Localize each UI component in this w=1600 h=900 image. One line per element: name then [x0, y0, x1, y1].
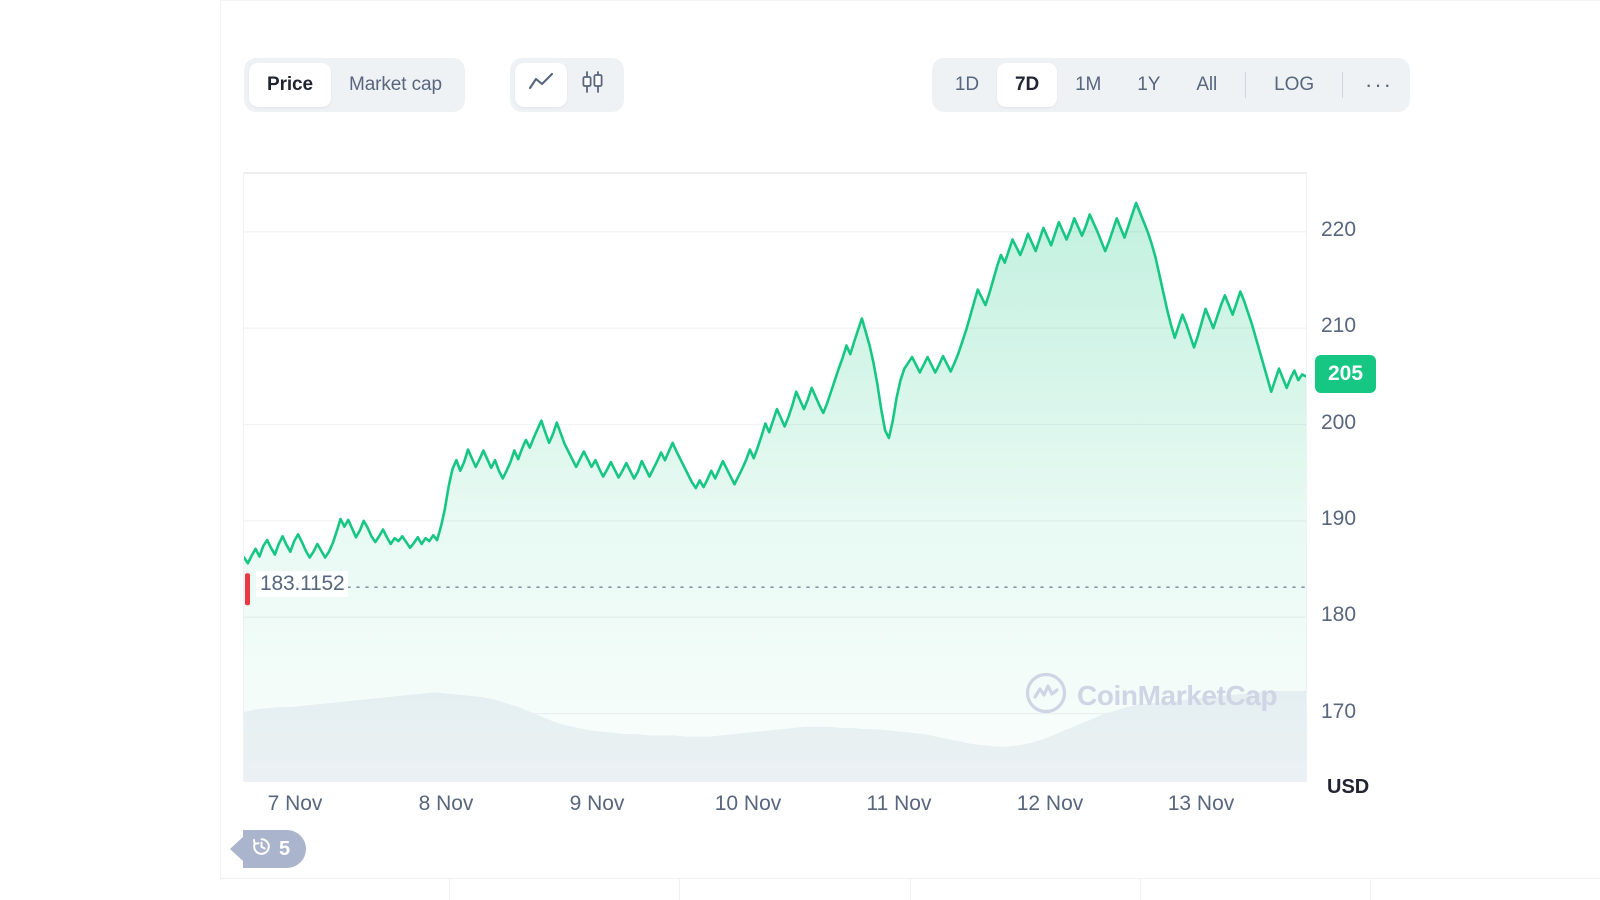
more-options-button[interactable]: ···	[1353, 63, 1405, 107]
candlestick-icon-button[interactable]	[567, 63, 619, 107]
grid-cell	[450, 879, 681, 900]
y-axis-tick: 210	[1321, 314, 1357, 338]
price-chart-svg	[244, 201, 1306, 781]
y-axis-tick: 220	[1321, 217, 1357, 241]
y-axis-tick: 180	[1321, 603, 1357, 627]
chart-toolbar: Price Market cap 1D 7D 1M 1Y All LOG ···	[244, 58, 1410, 114]
toolbar-divider-2	[1342, 72, 1343, 98]
page-top-rule	[220, 0, 1600, 1]
range-toggle-group: 1D 7D 1M 1Y All LOG ···	[931, 58, 1410, 112]
chart-plot-area[interactable]	[243, 172, 1307, 782]
tab-market-cap[interactable]: Market cap	[331, 63, 460, 107]
x-axis-tick: 7 Nov	[267, 792, 323, 815]
y-axis-tick: 190	[1321, 506, 1357, 530]
toolbar-divider-1	[1245, 72, 1247, 98]
page-left-rule	[220, 0, 221, 880]
log-scale-button[interactable]: LOG	[1256, 63, 1332, 107]
x-axis-tick: 12 Nov	[1016, 792, 1084, 815]
range-1d[interactable]: 1D	[937, 63, 997, 107]
price-area	[244, 202, 1306, 781]
line-chart-icon-button[interactable]	[515, 63, 567, 107]
low-marker	[245, 573, 250, 606]
history-count: 5	[279, 838, 291, 860]
y-axis-tick: 200	[1321, 410, 1357, 434]
tab-price[interactable]: Price	[249, 63, 331, 107]
chart-type-toggle-group	[510, 58, 624, 112]
line-chart-icon	[528, 72, 554, 98]
x-axis-tick: 11 Nov	[866, 792, 932, 815]
y-axis: USD 220 210 200 190 180 170 205	[1313, 172, 1433, 812]
y-axis-tick: 170	[1321, 699, 1357, 723]
grid-cell	[911, 879, 1141, 900]
metric-toggle-group: Price Market cap	[244, 58, 465, 112]
current-price-badge: 205	[1315, 355, 1377, 394]
range-1y[interactable]: 1Y	[1119, 63, 1178, 107]
x-axis-tick: 8 Nov	[418, 792, 474, 815]
grid-cell	[220, 879, 451, 900]
currency-label: USD	[1327, 776, 1370, 798]
history-clock-icon	[251, 836, 272, 862]
x-axis-tick: 10 Nov	[714, 792, 782, 815]
grid-cell	[1141, 879, 1371, 900]
x-axis: 7 Nov 8 Nov 9 Nov 10 Nov 11 Nov 12 Nov 13 Nov	[243, 792, 1307, 832]
x-axis-tick: 9 Nov	[569, 792, 625, 815]
page-bottom-grid	[220, 878, 1600, 900]
candlestick-icon	[580, 71, 606, 99]
annotation-price-label: 183.1152	[256, 571, 349, 598]
x-axis-tick: 13 Nov	[1167, 792, 1235, 815]
range-1m[interactable]: 1M	[1057, 63, 1119, 107]
range-all[interactable]: All	[1178, 63, 1235, 107]
grid-cell	[1371, 879, 1600, 900]
price-chart-page: Price Market cap 1D 7D 1M 1Y All LOG ···…	[0, 0, 1600, 900]
range-7d[interactable]: 7D	[997, 63, 1058, 107]
history-badge[interactable]: 5	[243, 830, 307, 868]
grid-cell	[680, 879, 911, 900]
